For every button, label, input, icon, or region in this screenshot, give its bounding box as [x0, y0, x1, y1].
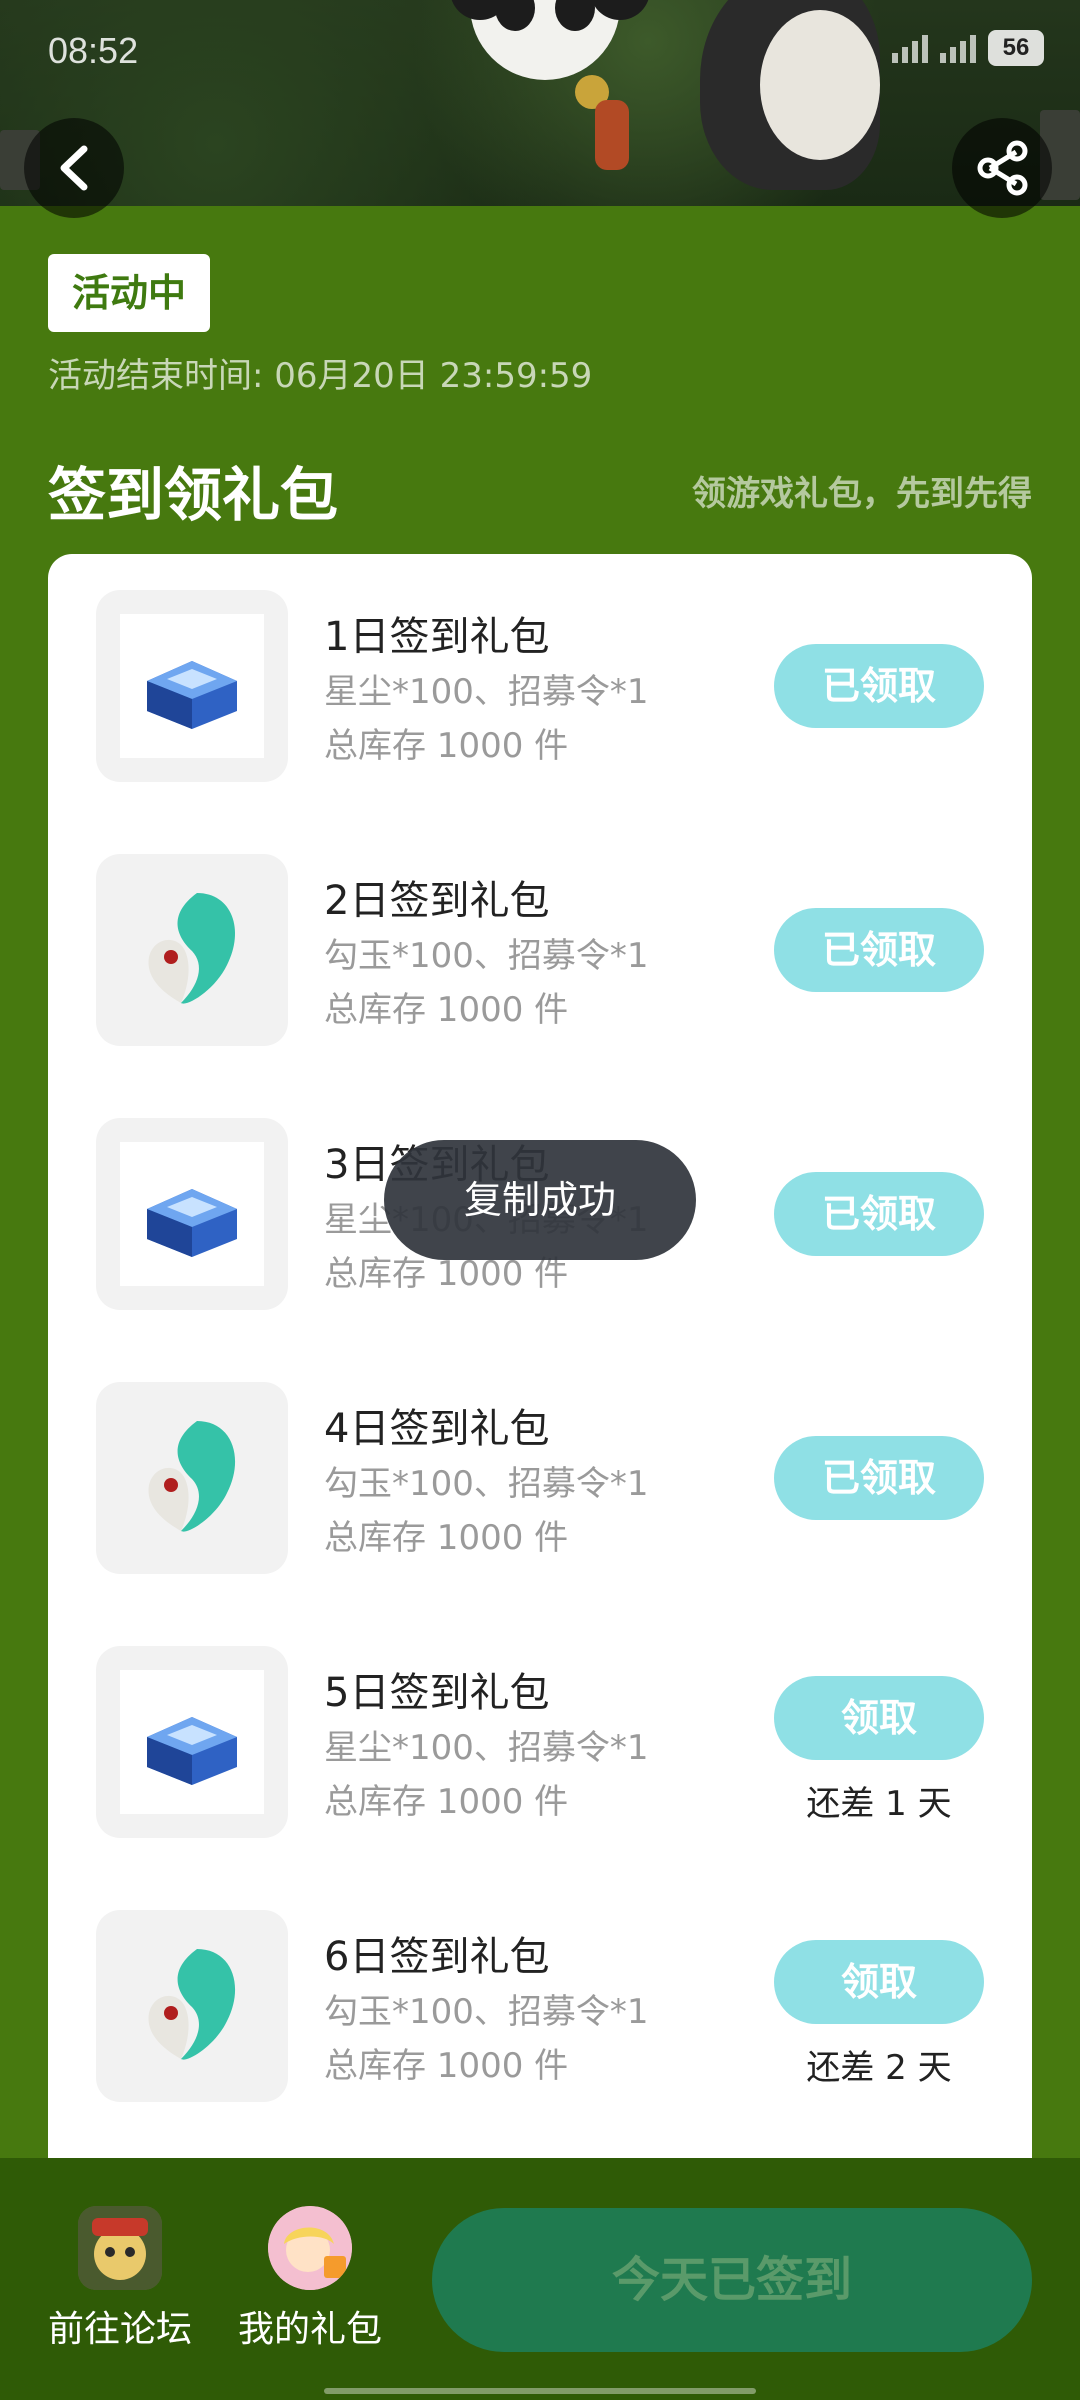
bottom-bar: 前往论坛 我的礼包 今天已签到: [0, 2158, 1080, 2400]
gift-description: 星尘*100、招募令*1: [324, 1728, 649, 1768]
days-remaining: 还差 1 天: [806, 1784, 952, 1824]
gift-stock: 总库存 1000 件: [324, 2046, 569, 2086]
forum-label: 前往论坛: [47, 2309, 192, 2350]
gift-name: 6日签到礼包: [324, 1934, 550, 1980]
my-gifts-nav-button[interactable]: 我的礼包: [210, 2206, 410, 2352]
crystal-chest-icon: [147, 1717, 237, 1785]
gift-row: 6日签到礼包 勾玉*100、招募令*1 总库存 1000 件 领取 还差 2 天: [48, 1874, 1032, 2102]
claimed-button[interactable]: 已领取: [774, 644, 984, 728]
gift-row: 4日签到礼包 勾玉*100、招募令*1 总库存 1000 件 已领取: [48, 1346, 1032, 1574]
jade-magatama-icon: [148, 1421, 236, 1532]
gift-thumbnail: [96, 1118, 288, 1310]
gift-thumbnail: [96, 590, 288, 782]
my-gifts-label: 我的礼包: [237, 2309, 382, 2350]
gift-list-card: 1日签到礼包 星尘*100、招募令*1 总库存 1000 件 已领取 2日签到礼…: [48, 554, 1032, 2254]
gift-stock: 总库存 1000 件: [324, 1518, 569, 1558]
crystal-chest-icon: [147, 661, 237, 729]
status-icons: 56: [892, 30, 1044, 66]
signal-5g-icon: [940, 33, 976, 63]
toast-message: 复制成功: [384, 1140, 696, 1260]
gift-description: 勾玉*100、招募令*1: [324, 1992, 649, 2032]
claimed-button[interactable]: 已领取: [774, 1436, 984, 1520]
share-icon: [977, 140, 1028, 196]
claim-button[interactable]: 领取: [774, 1676, 984, 1760]
signal-icon: [892, 33, 928, 63]
campaign-end-time: 活动结束时间: 06月20日 23:59:59: [48, 356, 593, 396]
claim-button[interactable]: 领取: [774, 1940, 984, 2024]
crystal-chest-icon: [147, 1189, 237, 1257]
status-time: 08:52: [48, 30, 139, 71]
gift-row: 5日签到礼包 星尘*100、招募令*1 总库存 1000 件 领取 还差 1 天: [48, 1610, 1032, 1838]
gift-thumbnail: [96, 854, 288, 1046]
home-indicator[interactable]: [324, 2388, 756, 2394]
gift-name: 4日签到礼包: [324, 1406, 550, 1452]
gift-row: 2日签到礼包 勾玉*100、招募令*1 总库存 1000 件 已领取: [48, 818, 1032, 1046]
gift-row: 1日签到礼包 星尘*100、招募令*1 总库存 1000 件 已领取: [48, 554, 1032, 782]
gift-stock: 总库存 1000 件: [324, 726, 569, 766]
back-button[interactable]: [24, 118, 124, 218]
gift-thumbnail: [96, 1646, 288, 1838]
jade-magatama-icon: [148, 1949, 236, 2060]
checked-in-button[interactable]: 今天已签到: [432, 2208, 1032, 2352]
claimed-button[interactable]: 已领取: [774, 908, 984, 992]
back-arrow-icon: [60, 145, 88, 191]
section-subtitle: 领游戏礼包，先到先得: [692, 474, 1032, 514]
gift-name: 2日签到礼包: [324, 878, 550, 924]
forum-icon: [78, 2206, 162, 2290]
tassel: [595, 100, 629, 170]
gift-description: 星尘*100、招募令*1: [324, 672, 649, 712]
claimed-button[interactable]: 已领取: [774, 1172, 984, 1256]
campaign-status-badge: 活动中: [48, 254, 211, 332]
section-title: 签到领礼包: [48, 461, 339, 529]
gift-thumbnail: [96, 1910, 288, 2102]
gift-stock: 总库存 1000 件: [324, 1782, 569, 1822]
days-remaining: 还差 2 天: [806, 2048, 952, 2088]
forum-nav-button[interactable]: 前往论坛: [20, 2206, 220, 2352]
gift-name: 1日签到礼包: [324, 614, 550, 660]
gift-thumbnail: [96, 1382, 288, 1574]
status-bar: 08:52 56: [0, 0, 1080, 110]
gift-name: 5日签到礼包: [324, 1670, 550, 1716]
gift-description: 勾玉*100、招募令*1: [324, 1464, 649, 1504]
gift-description: 勾玉*100、招募令*1: [324, 936, 649, 976]
share-button[interactable]: [952, 118, 1052, 218]
gift-stock: 总库存 1000 件: [324, 990, 569, 1030]
my-gifts-icon: [268, 2206, 352, 2290]
jade-magatama-icon: [148, 893, 236, 1004]
battery-icon: 56: [988, 30, 1044, 66]
